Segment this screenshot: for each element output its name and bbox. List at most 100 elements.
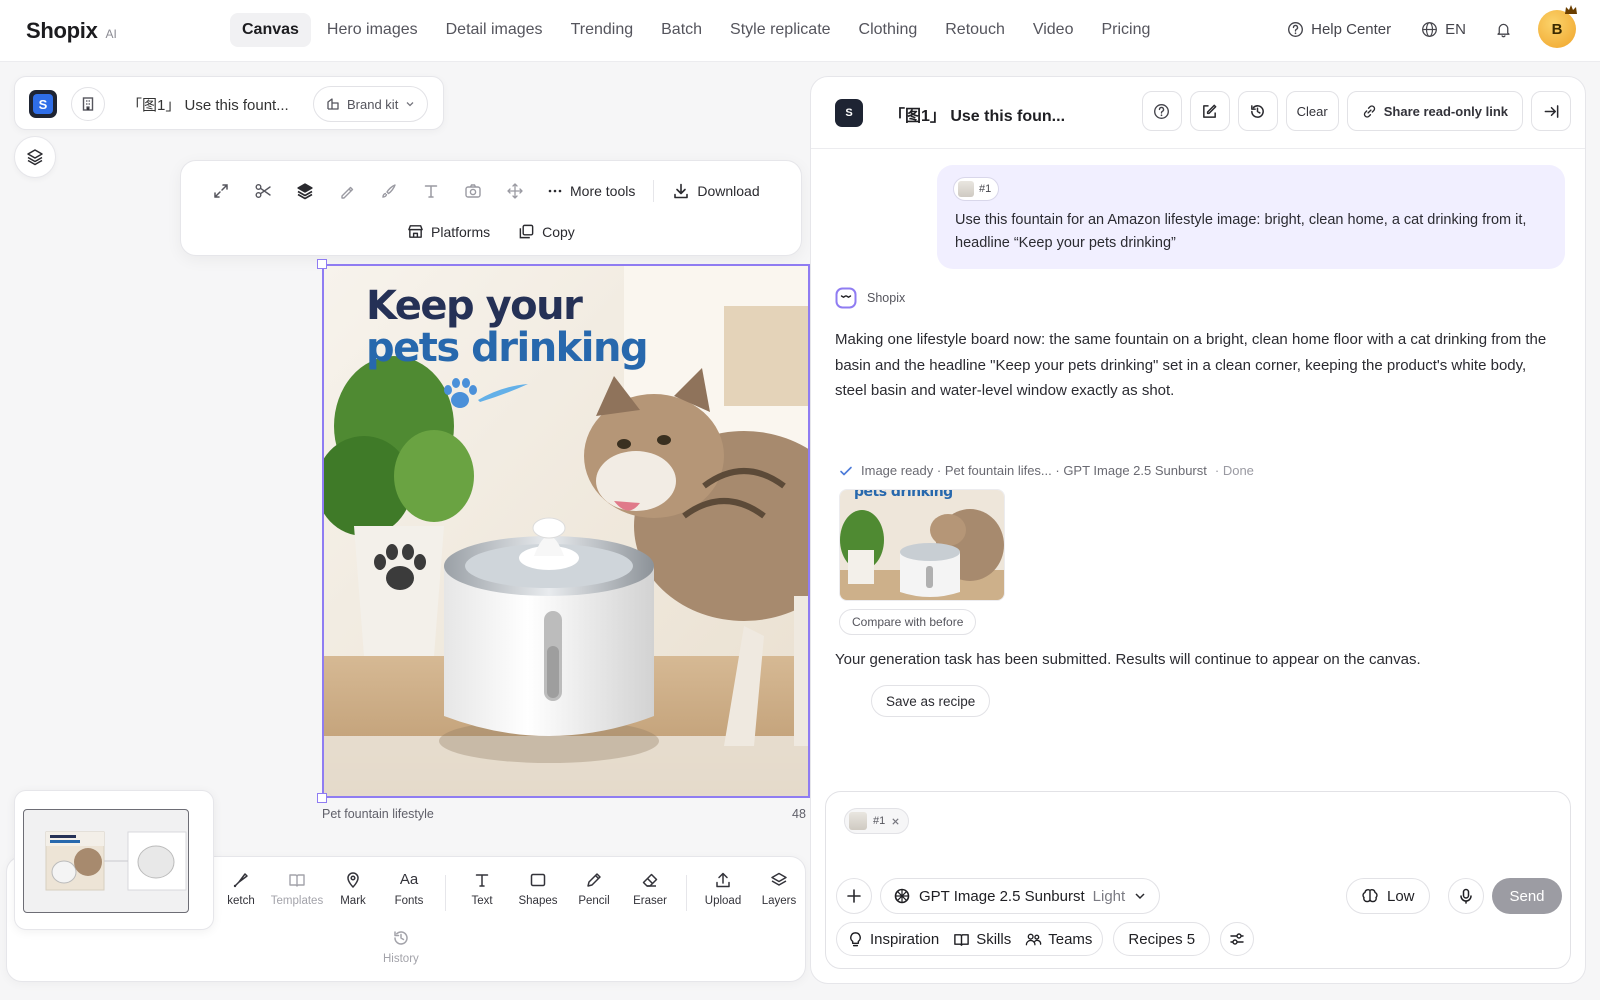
- compare-with-before-button[interactable]: Compare with before: [839, 609, 977, 635]
- collapse-panel-button[interactable]: [1531, 91, 1571, 131]
- nav-tabs: Canvas Hero images Detail images Trendin…: [230, 13, 1162, 47]
- brush-tool-button[interactable]: [371, 175, 407, 207]
- expand-button[interactable]: [203, 175, 239, 207]
- history-tool[interactable]: History: [383, 929, 419, 965]
- tab-batch[interactable]: Batch: [649, 13, 714, 47]
- inspiration-button[interactable]: Inspiration: [847, 931, 939, 948]
- project-title[interactable]: 「图1」 Use this fount...: [127, 94, 289, 115]
- brand-kit-button[interactable]: Brand kit: [313, 86, 429, 122]
- send-button[interactable]: Send: [1492, 878, 1562, 914]
- tab-detail-images[interactable]: Detail images: [434, 13, 555, 47]
- platforms-button[interactable]: Platforms: [399, 217, 498, 246]
- minimap-viewport[interactable]: [23, 809, 189, 913]
- tab-hero-images[interactable]: Hero images: [315, 13, 430, 47]
- composer-reference-thumbnail: [849, 812, 867, 830]
- cutout-button[interactable]: [245, 175, 281, 207]
- tab-clothing[interactable]: Clothing: [847, 13, 930, 47]
- eraser-icon: [641, 871, 659, 889]
- composer-reference-chip[interactable]: #1: [844, 808, 910, 834]
- artboard-image[interactable]: Keep your pets drinking: [322, 264, 810, 798]
- templates-tool[interactable]: Templates: [269, 871, 325, 907]
- chat-history-button[interactable]: [1237, 91, 1278, 131]
- camera-tool-button[interactable]: [455, 175, 491, 207]
- quality-selector[interactable]: Low: [1346, 878, 1430, 914]
- canvas-minimap[interactable]: [14, 790, 214, 930]
- composer-reference-label: #1: [873, 815, 886, 827]
- templates-label: Templates: [270, 895, 324, 907]
- fonts-icon: Aa: [399, 871, 419, 888]
- clear-chat-button[interactable]: Clear: [1285, 91, 1339, 131]
- tab-retouch[interactable]: Retouch: [933, 13, 1017, 47]
- app-logo[interactable]: Shopix AI: [26, 18, 117, 44]
- chat-title: 「图1」 Use this foun...: [889, 108, 1066, 125]
- close-icon[interactable]: [891, 817, 900, 826]
- layers-panel-toggle[interactable]: [14, 136, 56, 178]
- user-avatar[interactable]: B: [1538, 5, 1577, 48]
- text-tool-button[interactable]: [413, 175, 449, 207]
- eraser-tool[interactable]: Eraser: [622, 871, 678, 907]
- upload-tool[interactable]: Upload: [695, 871, 751, 907]
- lightbulb-icon: [847, 931, 864, 948]
- settings-button[interactable]: [1220, 922, 1255, 956]
- user-message: #1 Use this fountain for an Amazon lifes…: [937, 165, 1565, 269]
- project-files-button[interactable]: [71, 87, 105, 121]
- minimap-preview: [45, 831, 187, 891]
- tab-pricing[interactable]: Pricing: [1089, 13, 1162, 47]
- skills-button[interactable]: Skills: [953, 931, 1011, 948]
- shapes-tool[interactable]: Shapes: [510, 871, 566, 907]
- fonts-tool[interactable]: Aa Fonts: [381, 871, 437, 907]
- microphone-icon: [1458, 888, 1474, 904]
- tab-video[interactable]: Video: [1021, 13, 1086, 47]
- project-logo[interactable]: S: [29, 90, 57, 118]
- chat-project-logo: S: [835, 99, 863, 127]
- message-composer[interactable]: #1 GPT Image 2.5 Sunburst Light Low Send: [825, 791, 1571, 969]
- edit-icon: [1201, 103, 1218, 120]
- download-button[interactable]: Download: [664, 176, 767, 206]
- help-center-link[interactable]: Help Center: [1277, 15, 1401, 44]
- new-chat-button[interactable]: [1189, 91, 1230, 131]
- copy-button[interactable]: Copy: [510, 217, 583, 246]
- language-label: EN: [1445, 20, 1466, 38]
- save-as-recipe-button[interactable]: Save as recipe: [871, 685, 991, 717]
- chat-help-button[interactable]: [1141, 91, 1182, 131]
- download-icon: [672, 182, 690, 200]
- language-selector[interactable]: EN: [1411, 15, 1476, 44]
- eraser-tool-button[interactable]: [329, 175, 365, 207]
- share-link-button[interactable]: Share read-only link: [1346, 91, 1523, 131]
- chat-panel: S 「图1」 Use this foun... Clear Share read…: [810, 76, 1586, 984]
- book-icon: [953, 931, 970, 948]
- image-toolbar: More tools Download Platforms Copy: [180, 160, 802, 256]
- mark-tool[interactable]: Mark: [325, 871, 381, 907]
- tab-style-replicate[interactable]: Style replicate: [718, 13, 843, 47]
- text-tool[interactable]: Text: [454, 871, 510, 907]
- camera-icon: [464, 182, 482, 200]
- upload-label: Upload: [704, 895, 742, 907]
- tab-canvas[interactable]: Canvas: [230, 13, 311, 47]
- model-selector[interactable]: GPT Image 2.5 Sunburst Light: [880, 878, 1161, 914]
- recipes-button[interactable]: Recipes 5: [1113, 922, 1211, 956]
- move-tool-button[interactable]: [497, 175, 533, 207]
- layers-tool[interactable]: Layers: [751, 871, 807, 907]
- pencil-icon: [585, 871, 603, 889]
- sketch-tool[interactable]: ketch: [213, 871, 269, 907]
- collapse-right-icon: [1543, 103, 1560, 120]
- tab-trending[interactable]: Trending: [559, 13, 646, 47]
- resize-handle-bottom-left[interactable]: [317, 793, 327, 803]
- layers-label: Layers: [761, 895, 797, 907]
- reference-chip[interactable]: #1: [953, 177, 1000, 201]
- top-nav: Shopix AI Canvas Hero images Detail imag…: [0, 0, 1600, 62]
- pencil-tool[interactable]: Pencil: [566, 871, 622, 907]
- upload-icon: [714, 871, 732, 889]
- square-icon: [529, 871, 547, 889]
- layers-tool-button[interactable]: [287, 175, 323, 207]
- result-thumbnail[interactable]: pets drinking: [839, 489, 1005, 601]
- voice-input-button[interactable]: [1448, 878, 1484, 914]
- share-link-label: Share read-only link: [1383, 103, 1508, 119]
- resize-handle-top-left[interactable]: [317, 259, 327, 269]
- inspiration-label: Inspiration: [870, 930, 940, 948]
- history-label: History: [383, 953, 419, 965]
- add-attachment-button[interactable]: [836, 878, 872, 914]
- notifications-button[interactable]: [1486, 12, 1520, 46]
- teams-button[interactable]: Teams: [1025, 931, 1092, 948]
- more-tools-button[interactable]: More tools: [539, 177, 643, 205]
